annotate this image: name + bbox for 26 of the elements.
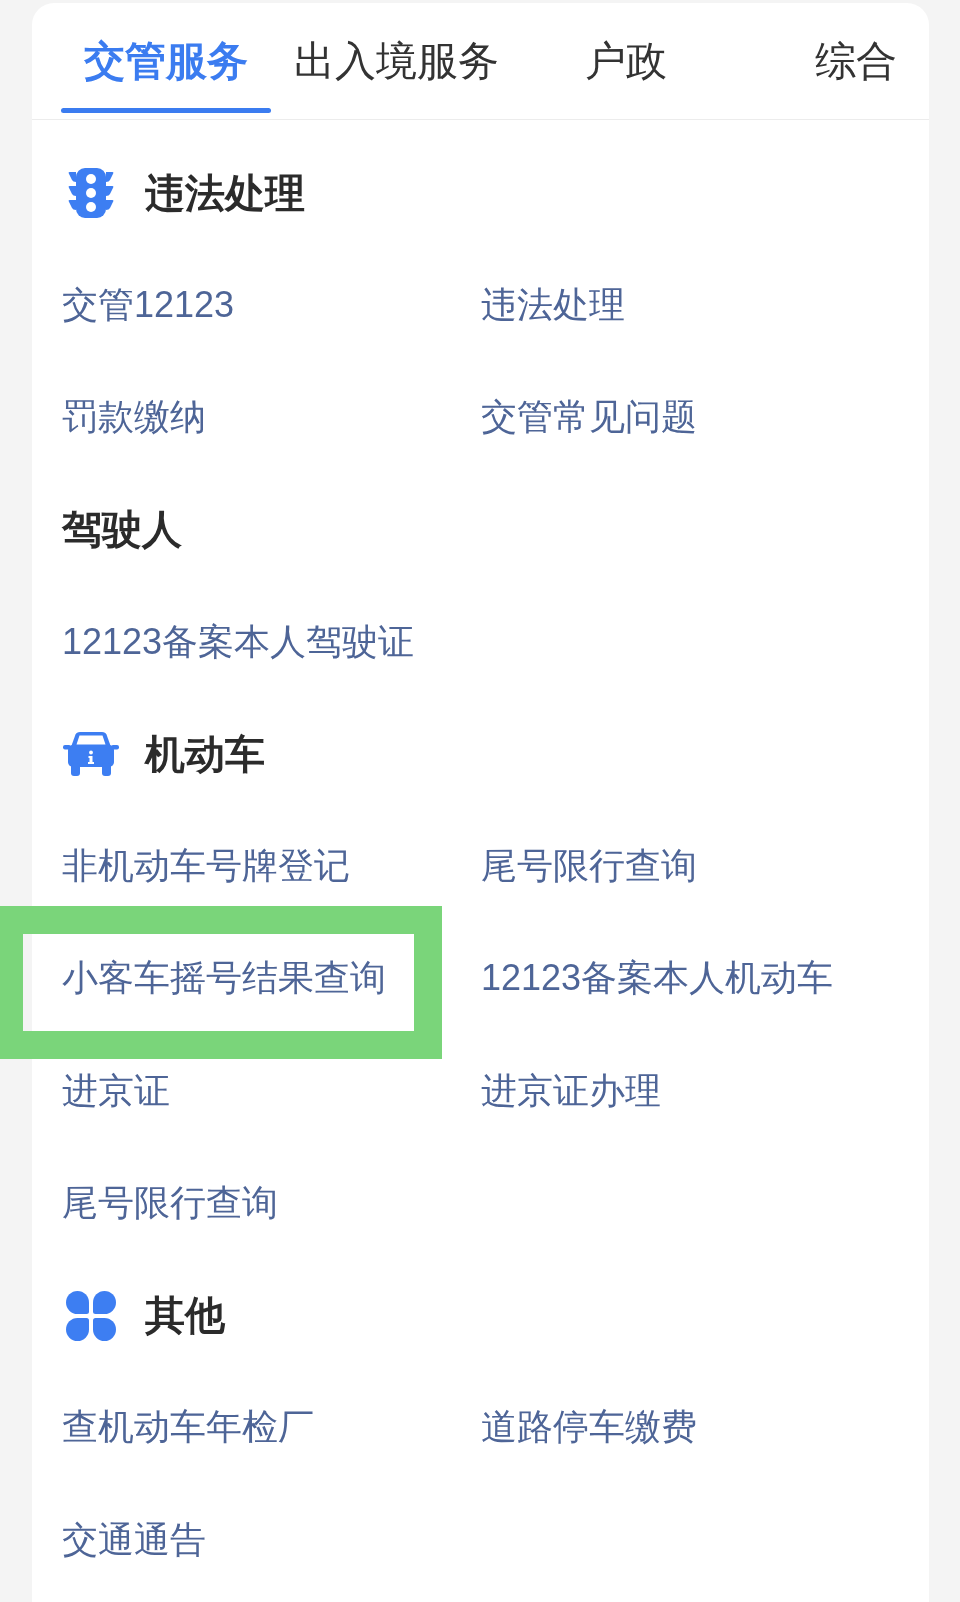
- tab[interactable]: 户政: [521, 3, 731, 119]
- service-link[interactable]: 查机动车年检厂: [62, 1403, 314, 1453]
- car-icon: [63, 732, 119, 777]
- service-link[interactable]: 进京证: [62, 1066, 170, 1116]
- service-link[interactable]: 尾号限行查询: [481, 842, 697, 892]
- traffic-light-icon: [68, 168, 114, 219]
- service-link[interactable]: 12123备案本人机动车: [481, 954, 834, 1004]
- section-title: 其他: [145, 1292, 225, 1340]
- service-link[interactable]: 交管常见问题: [481, 393, 697, 443]
- service-link[interactable]: 交通通告: [62, 1515, 206, 1565]
- section-title: 驾驶人: [62, 506, 182, 554]
- four-petal-icon: [66, 1290, 116, 1341]
- tab[interactable]: 出入境服务: [291, 3, 501, 119]
- tab[interactable]: 综合: [751, 3, 929, 119]
- service-link[interactable]: 尾号限行查询: [62, 1178, 278, 1228]
- service-link[interactable]: 交管12123: [62, 280, 235, 330]
- tab[interactable]: 交管服务: [61, 3, 271, 119]
- service-link[interactable]: 违法处理: [481, 280, 625, 330]
- section-title: 违法处理: [145, 169, 305, 217]
- service-link[interactable]: 非机动车号牌登记: [62, 842, 350, 892]
- section-title: 机动车: [145, 730, 265, 778]
- service-link[interactable]: 罚款缴纳: [62, 393, 206, 443]
- service-link[interactable]: 12123备案本人驾驶证: [62, 617, 415, 667]
- service-link[interactable]: 小客车摇号结果查询: [62, 954, 386, 1004]
- service-link[interactable]: 进京证办理: [481, 1066, 661, 1116]
- service-link[interactable]: 道路停车缴费: [481, 1403, 697, 1453]
